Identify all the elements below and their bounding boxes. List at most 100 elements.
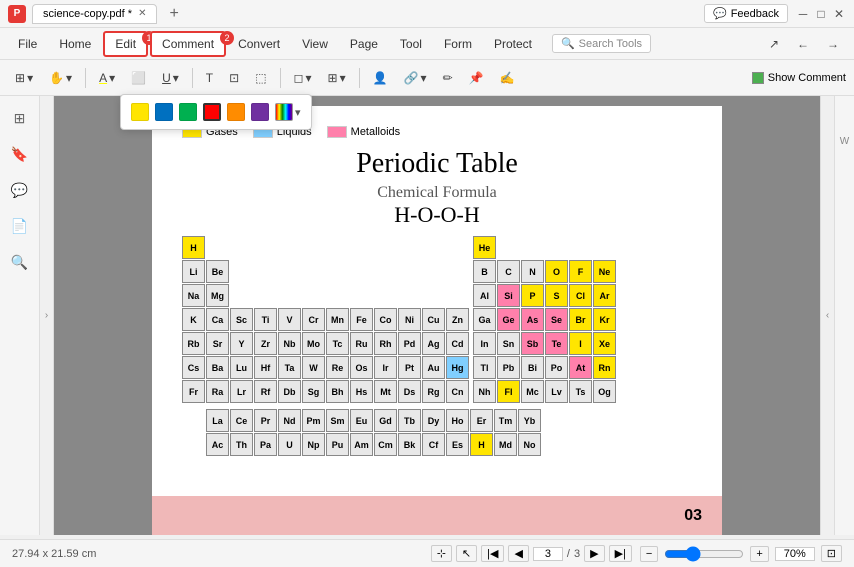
close-button[interactable]: ✕ bbox=[832, 7, 846, 21]
menu-file[interactable]: File bbox=[8, 33, 47, 55]
pin-button[interactable]: 📌 bbox=[462, 67, 491, 89]
highlight-button[interactable]: A▾ bbox=[92, 67, 122, 89]
zoom-controls: − + ⊡ bbox=[640, 545, 842, 562]
element-Po: Po bbox=[545, 356, 568, 379]
page-total: 3 bbox=[574, 548, 580, 560]
add-tab-button[interactable]: + bbox=[163, 3, 184, 25]
zoom-in-button[interactable]: + bbox=[750, 546, 768, 562]
menu-page[interactable]: Page bbox=[340, 33, 388, 55]
pin-icon: 📌 bbox=[469, 71, 484, 85]
actinide-row: Ac Th Pa U Np Pu Am Cm Bk Cf Es H Md No bbox=[206, 433, 692, 456]
element-Li: Li bbox=[182, 260, 205, 283]
element-Rb: Rb bbox=[182, 332, 205, 355]
feedback-icon: 💬 bbox=[713, 7, 727, 20]
link-icon: 🔗 bbox=[404, 71, 419, 85]
element-Co: Co bbox=[374, 308, 397, 331]
element-As: As bbox=[521, 308, 544, 331]
color-red[interactable] bbox=[203, 103, 221, 121]
select-tool-button[interactable]: ⊞▾ bbox=[8, 67, 40, 89]
external-link-button[interactable]: ↗ bbox=[762, 33, 786, 55]
sidebar-comment-icon[interactable]: 💬 bbox=[6, 176, 34, 204]
element-F: F bbox=[569, 260, 592, 283]
menu-tool[interactable]: Tool bbox=[390, 33, 432, 55]
text-button[interactable]: T bbox=[199, 67, 220, 89]
menu-form[interactable]: Form bbox=[434, 33, 482, 55]
nav-next-button[interactable]: ▶ bbox=[584, 545, 604, 562]
people-button[interactable]: 👤 bbox=[366, 67, 395, 89]
back-button[interactable]: ← bbox=[790, 33, 816, 55]
element-Ds: Ds bbox=[398, 380, 421, 403]
element-Sm: Sm bbox=[326, 409, 349, 432]
hand-tool-button[interactable]: ✋▾ bbox=[42, 67, 79, 89]
sidebar-search-icon[interactable]: 🔍 bbox=[6, 248, 34, 276]
right-row-3: Al Si P S Cl Ar bbox=[473, 284, 616, 307]
nav-cursor-button[interactable]: ⊹ bbox=[431, 545, 452, 562]
nav-prev-button[interactable]: ◀ bbox=[508, 545, 528, 562]
nav-select-button[interactable]: ↖ bbox=[456, 545, 477, 562]
color-purple[interactable] bbox=[251, 103, 269, 121]
sign-button[interactable]: ✍ bbox=[493, 67, 522, 89]
element-Er: Er bbox=[470, 409, 493, 432]
element-Cu: Cu bbox=[422, 308, 445, 331]
periodic-table: H Li Be Na Mg K bbox=[182, 236, 692, 403]
element-Ag: Ag bbox=[422, 332, 445, 355]
color-orange[interactable] bbox=[227, 103, 245, 121]
search-tools[interactable]: 🔍 Search Tools bbox=[552, 34, 651, 53]
menu-view[interactable]: View bbox=[292, 33, 338, 55]
feedback-button[interactable]: 💬 Feedback bbox=[704, 4, 788, 23]
textbox-button[interactable]: ⊡ bbox=[222, 67, 246, 89]
element-Np: Np bbox=[302, 433, 325, 456]
more-colors-button[interactable]: ▾ bbox=[275, 103, 301, 121]
right-row-2: B C N O F Ne bbox=[473, 260, 616, 283]
zoom-slider[interactable] bbox=[664, 546, 744, 562]
element-Ba: Ba bbox=[206, 356, 229, 379]
element-Eu: Eu bbox=[350, 409, 373, 432]
menu-protect[interactable]: Protect bbox=[484, 33, 542, 55]
nav-first-button[interactable]: |◀ bbox=[481, 545, 504, 562]
menu-home[interactable]: Home bbox=[49, 33, 101, 55]
forward-button[interactable]: → bbox=[820, 33, 846, 55]
color-blue[interactable] bbox=[155, 103, 173, 121]
element-Cf: Cf bbox=[422, 433, 445, 456]
shape-button[interactable]: ◻▾ bbox=[287, 67, 319, 89]
legend-metalloids-label: Metalloids bbox=[351, 126, 401, 138]
zoom-out-button[interactable]: − bbox=[640, 546, 658, 562]
tab-close-icon[interactable]: ✕ bbox=[138, 8, 146, 19]
measure-button[interactable]: ⊞▾ bbox=[321, 67, 353, 89]
legend-metalloids: Metalloids bbox=[327, 126, 401, 138]
nav-last-button[interactable]: ▶| bbox=[609, 545, 632, 562]
menu-convert[interactable]: Convert bbox=[228, 33, 290, 55]
stamp-button[interactable]: ⬚ bbox=[248, 67, 273, 89]
element-H: H bbox=[182, 236, 205, 259]
element-Na: Na bbox=[182, 284, 205, 307]
right-collapse-arrow[interactable]: ‹ bbox=[820, 96, 834, 535]
pencil-button[interactable]: ✏ bbox=[436, 67, 460, 89]
underline-button[interactable]: U▾ bbox=[155, 67, 186, 89]
element-Hs: Hs bbox=[350, 380, 373, 403]
underline-icon: U bbox=[162, 71, 171, 85]
row-2: Li Be bbox=[182, 260, 469, 283]
minimize-button[interactable]: ─ bbox=[796, 7, 810, 21]
show-comment-checkbox[interactable] bbox=[752, 72, 764, 84]
element-Pt: Pt bbox=[398, 356, 421, 379]
eraser-button[interactable]: ⬜ bbox=[124, 67, 153, 89]
sidebar-bookmark-icon[interactable]: 🔖 bbox=[6, 140, 34, 168]
color-yellow[interactable] bbox=[131, 103, 149, 121]
fit-page-button[interactable]: ⊡ bbox=[821, 545, 842, 562]
show-comment-toggle[interactable]: Show Comment bbox=[752, 72, 846, 84]
sidebar-pages-icon[interactable]: 📄 bbox=[6, 212, 34, 240]
left-collapse-arrow[interactable]: › bbox=[40, 96, 54, 535]
current-tab[interactable]: science-copy.pdf * ✕ bbox=[32, 4, 157, 24]
dimensions-text: 27.94 x 21.59 cm bbox=[12, 548, 423, 560]
menu-comment[interactable]: Comment bbox=[150, 31, 226, 57]
link-button[interactable]: 🔗▾ bbox=[397, 67, 434, 89]
color-green[interactable] bbox=[179, 103, 197, 121]
pdf-page: Gases Liquids Metalloids Periodic Table … bbox=[152, 106, 722, 535]
maximize-button[interactable]: □ bbox=[814, 7, 828, 21]
element-K: K bbox=[182, 308, 205, 331]
menu-edit[interactable]: Edit bbox=[103, 31, 148, 57]
element-Ca: Ca bbox=[206, 308, 229, 331]
sidebar-thumbnail-icon[interactable]: ⊞ bbox=[6, 104, 34, 132]
page-input[interactable] bbox=[533, 547, 563, 561]
zoom-input[interactable] bbox=[775, 547, 815, 561]
